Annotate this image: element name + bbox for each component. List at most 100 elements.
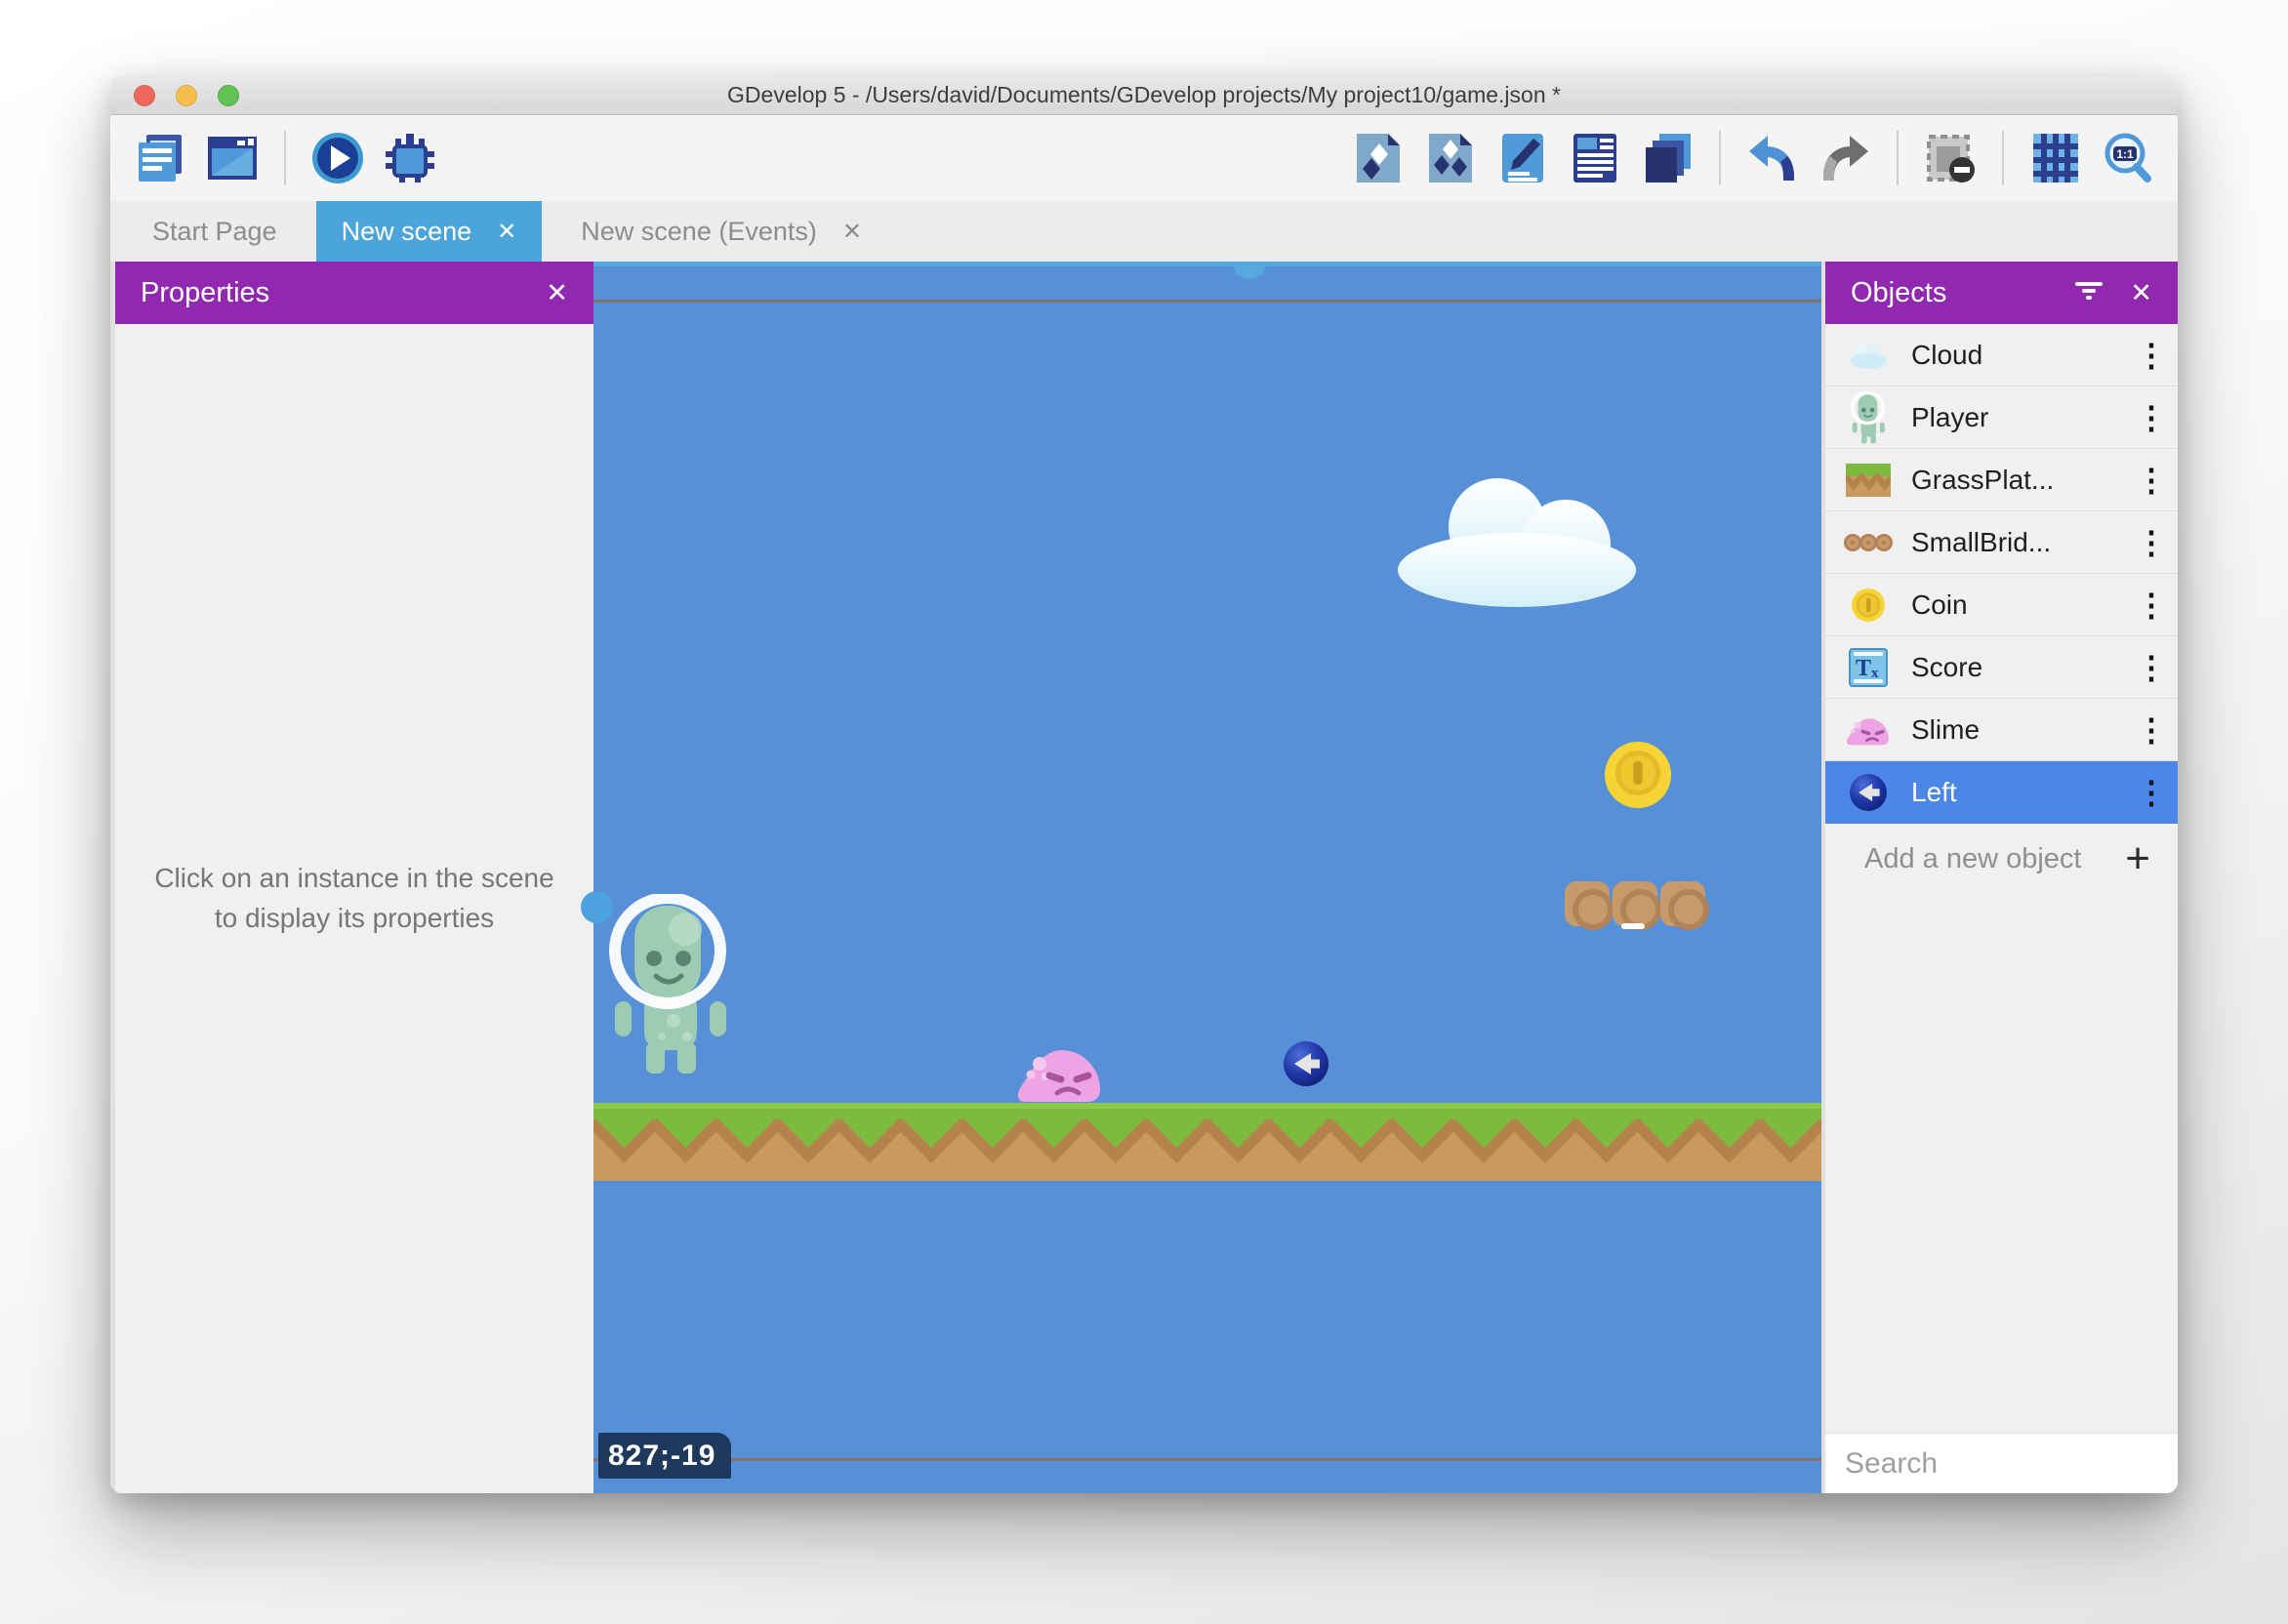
objects-search-box xyxy=(1825,1433,2178,1493)
coin-inner-ring xyxy=(1615,751,1660,795)
gdevelop-window: GDevelop 5 - /Users/david/Documents/GDev… xyxy=(110,76,2178,1493)
object-label: Coin xyxy=(1911,589,2125,621)
toolbar-divider xyxy=(2002,131,2004,185)
objects-title: Objects xyxy=(1851,277,1946,309)
tab-label: New scene xyxy=(342,217,472,247)
tab-new-scene[interactable]: New scene ✕ xyxy=(316,201,543,262)
cloud-instance[interactable] xyxy=(1392,472,1654,614)
coin-icon xyxy=(1825,588,1911,623)
toolbar: 1:1 xyxy=(110,115,2178,201)
debug-icon[interactable] xyxy=(382,129,438,187)
object-label: Left xyxy=(1911,777,2125,808)
object-label: SmallBrid... xyxy=(1911,527,2125,558)
open-scene-window-icon[interactable] xyxy=(204,129,261,187)
toolbar-divider xyxy=(1719,131,1721,185)
tab-start-page[interactable]: Start Page xyxy=(127,201,303,262)
object-menu-icon[interactable]: ⋮ xyxy=(2125,714,2178,746)
properties-panel: Properties ✕ Click on an instance in the… xyxy=(115,262,593,1493)
edit-objects-icon[interactable] xyxy=(1350,129,1407,187)
objects-panel-spacer xyxy=(1825,894,2178,1433)
left-arrow-icon xyxy=(1825,774,1911,811)
instances-list-icon[interactable] xyxy=(1567,129,1623,187)
slime-instance[interactable] xyxy=(1016,1040,1104,1108)
object-menu-icon[interactable]: ⋮ xyxy=(2125,777,2178,808)
player-icon xyxy=(1825,391,1911,444)
resize-handle-left[interactable] xyxy=(581,891,613,923)
window-title: GDevelop 5 - /Users/david/Documents/GDev… xyxy=(727,82,1561,108)
main-area: Properties ✕ Click on an instance in the… xyxy=(110,262,2178,1493)
object-menu-icon[interactable]: ⋮ xyxy=(2125,402,2178,433)
titlebar: GDevelop 5 - /Users/david/Documents/GDev… xyxy=(110,76,2178,115)
filter-icon[interactable] xyxy=(2073,277,2104,309)
redo-icon[interactable] xyxy=(1817,129,1873,187)
grid-icon[interactable] xyxy=(2027,129,2084,187)
add-new-object-button[interactable]: Add a new object + xyxy=(1825,824,2178,894)
close-properties-icon[interactable]: ✕ xyxy=(546,278,568,308)
close-tab-icon[interactable]: ✕ xyxy=(842,218,862,246)
toggle-render-mask-icon[interactable] xyxy=(1922,129,1979,187)
close-window-button[interactable] xyxy=(134,85,155,106)
object-menu-icon[interactable]: ⋮ xyxy=(2125,340,2178,371)
search-input[interactable] xyxy=(1845,1447,2178,1481)
object-row-left[interactable]: Left ⋮ xyxy=(1825,761,2178,824)
resize-handle-top[interactable] xyxy=(1233,262,1266,279)
plus-icon: + xyxy=(2125,837,2150,880)
close-tab-icon[interactable]: ✕ xyxy=(497,218,516,246)
cursor-coordinates-badge: 827;-19 xyxy=(598,1433,731,1479)
object-row-player[interactable]: Player ⋮ xyxy=(1825,386,2178,449)
project-manager-icon[interactable] xyxy=(132,129,188,187)
cloud-icon xyxy=(1825,341,1911,370)
tab-label: Start Page xyxy=(152,217,277,247)
scene-bottom-border xyxy=(593,1458,1821,1461)
bridge-log xyxy=(1613,881,1657,926)
svg-text:T: T xyxy=(1856,656,1871,681)
toolbar-divider xyxy=(284,131,286,185)
small-bridge-icon xyxy=(1825,532,1911,553)
close-objects-icon[interactable]: ✕ xyxy=(2130,278,2152,308)
object-row-slime[interactable]: Slime ⋮ xyxy=(1825,699,2178,761)
object-row-score[interactable]: Tx Score ⋮ xyxy=(1825,636,2178,699)
object-label: Score xyxy=(1911,652,2125,683)
object-menu-icon[interactable]: ⋮ xyxy=(2125,589,2178,621)
object-row-grassplatform[interactable]: GrassPlat... ⋮ xyxy=(1825,449,2178,511)
toolbar-left xyxy=(132,129,438,187)
bridge-log xyxy=(1565,881,1610,926)
object-label: GrassPlat... xyxy=(1911,465,2125,496)
edit-object-groups-icon[interactable] xyxy=(1422,129,1479,187)
object-label: Slime xyxy=(1911,714,2125,746)
bridge-highlight xyxy=(1621,923,1645,929)
edit-scene-properties-icon[interactable] xyxy=(1494,129,1551,187)
preview-play-icon[interactable] xyxy=(309,129,366,187)
tab-new-scene-events[interactable]: New scene (Events) ✕ xyxy=(555,201,887,262)
slime-icon xyxy=(1825,713,1911,746)
object-menu-icon[interactable]: ⋮ xyxy=(2125,652,2178,683)
scene-top-border xyxy=(593,300,1821,303)
bridge-log xyxy=(1660,881,1705,926)
traffic-lights xyxy=(134,85,239,106)
minimize-window-button[interactable] xyxy=(176,85,197,106)
coin-instance[interactable] xyxy=(1605,742,1671,808)
left-button-instance[interactable] xyxy=(1284,1041,1328,1086)
undo-icon[interactable] xyxy=(1744,129,1801,187)
properties-empty-message: Click on an instance in the scene to dis… xyxy=(140,859,569,938)
coin-bar xyxy=(1634,761,1643,785)
object-menu-icon[interactable]: ⋮ xyxy=(2125,527,2178,558)
object-label: Cloud xyxy=(1911,340,2125,371)
grass-platform-instance[interactable] xyxy=(593,1103,1821,1186)
object-row-smallbridge[interactable]: SmallBrid... ⋮ xyxy=(1825,511,2178,574)
svg-text:1:1: 1:1 xyxy=(2116,147,2134,161)
object-menu-icon[interactable]: ⋮ xyxy=(2125,465,2178,496)
object-row-coin[interactable]: Coin ⋮ xyxy=(1825,574,2178,636)
scene-canvas[interactable]: 827;-19 xyxy=(593,262,1821,1493)
add-new-object-label: Add a new object xyxy=(1864,843,2081,875)
small-bridge-instance[interactable] xyxy=(1565,881,1705,926)
properties-title: Properties xyxy=(141,277,269,309)
zoom-window-button[interactable] xyxy=(218,85,239,106)
zoom-1-1-icon[interactable]: 1:1 xyxy=(2100,129,2156,187)
toolbar-divider xyxy=(1897,131,1899,185)
object-row-cloud[interactable]: Cloud ⋮ xyxy=(1825,324,2178,386)
tab-label: New scene (Events) xyxy=(581,217,817,247)
layers-icon[interactable] xyxy=(1639,129,1696,187)
tab-bar: Start Page New scene ✕ New scene (Events… xyxy=(110,201,2178,262)
player-instance[interactable] xyxy=(605,894,734,1080)
